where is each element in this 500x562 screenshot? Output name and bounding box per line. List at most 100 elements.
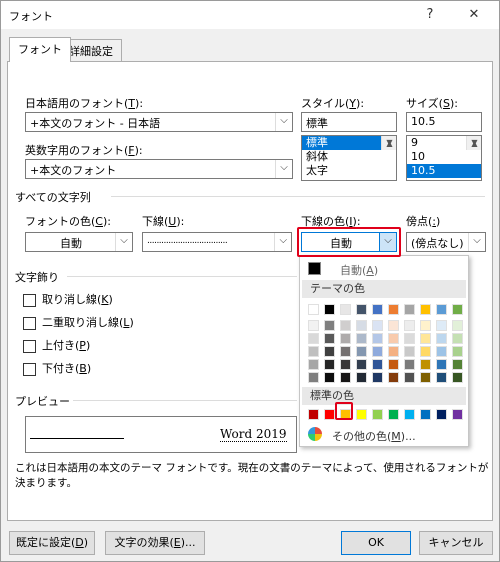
- theme-color-swatch[interactable]: [420, 304, 431, 315]
- en-font-combo[interactable]: +本文のフォント ⌵: [25, 159, 293, 179]
- theme-color-swatch[interactable]: [404, 333, 415, 344]
- theme-color-swatch[interactable]: [324, 333, 335, 344]
- theme-color-swatch[interactable]: [436, 372, 447, 383]
- theme-color-swatch[interactable]: [340, 372, 351, 383]
- theme-color-swatch[interactable]: [308, 372, 319, 383]
- theme-color-swatch[interactable]: [452, 320, 463, 331]
- theme-color-swatch[interactable]: [420, 320, 431, 331]
- underline-combo[interactable]: .................................. ⌵: [142, 232, 292, 252]
- standard-color-swatch[interactable]: [308, 409, 319, 420]
- standard-color-swatch[interactable]: [436, 409, 447, 420]
- theme-color-swatch[interactable]: [388, 359, 399, 370]
- scrollbar[interactable]: ▲ ▼: [381, 136, 396, 150]
- theme-color-swatch[interactable]: [388, 346, 399, 357]
- theme-color-swatch[interactable]: [372, 346, 383, 357]
- theme-color-swatch[interactable]: [420, 359, 431, 370]
- size-listbox[interactable]: 9 10 10.5 ▲ ▼: [406, 135, 482, 181]
- theme-color-swatch[interactable]: [340, 359, 351, 370]
- theme-color-swatch[interactable]: [372, 304, 383, 315]
- theme-color-swatch[interactable]: [404, 372, 415, 383]
- theme-color-swatch[interactable]: [404, 346, 415, 357]
- theme-color-swatch[interactable]: [388, 333, 399, 344]
- theme-color-swatch[interactable]: [388, 320, 399, 331]
- theme-color-swatch[interactable]: [356, 359, 367, 370]
- emphasis-combo[interactable]: (傍点なし) ⌵: [406, 232, 486, 252]
- theme-color-swatch[interactable]: [324, 304, 335, 315]
- theme-color-swatch[interactable]: [372, 333, 383, 344]
- theme-color-swatch[interactable]: [372, 372, 383, 383]
- standard-color-swatch[interactable]: [356, 409, 367, 420]
- theme-color-swatch[interactable]: [436, 304, 447, 315]
- theme-color-swatch[interactable]: [356, 346, 367, 357]
- list-item[interactable]: 10: [407, 150, 481, 164]
- checkbox-icon[interactable]: [23, 316, 36, 330]
- theme-color-swatch[interactable]: [308, 333, 319, 344]
- theme-color-swatch[interactable]: [356, 333, 367, 344]
- theme-color-swatch[interactable]: [452, 359, 463, 370]
- ok-button[interactable]: OK: [341, 531, 411, 555]
- checkbox-icon[interactable]: [23, 339, 36, 353]
- theme-color-swatch[interactable]: [308, 346, 319, 357]
- list-item[interactable]: 10.5: [407, 164, 481, 178]
- theme-color-swatch[interactable]: [372, 320, 383, 331]
- theme-color-swatch[interactable]: [436, 359, 447, 370]
- set-default-button[interactable]: 既定に設定(D): [9, 531, 95, 555]
- chevron-down-icon[interactable]: ⌵: [275, 113, 292, 131]
- theme-color-swatch[interactable]: [324, 372, 335, 383]
- subscript-checkbox[interactable]: 下付き(B): [23, 360, 91, 376]
- theme-color-swatch[interactable]: [420, 372, 431, 383]
- theme-color-swatch[interactable]: [420, 333, 431, 344]
- cancel-button[interactable]: キャンセル: [419, 531, 493, 555]
- theme-color-swatch[interactable]: [340, 320, 351, 331]
- theme-color-swatch[interactable]: [452, 346, 463, 357]
- font-color-combo[interactable]: 自動 ⌵: [25, 232, 133, 252]
- strikethrough-checkbox[interactable]: 取り消し線(K): [23, 291, 113, 307]
- theme-color-swatch[interactable]: [308, 320, 319, 331]
- jp-font-combo[interactable]: +本文のフォント - 日本語 ⌵: [25, 112, 293, 132]
- chevron-down-icon[interactable]: ⌵: [275, 160, 292, 178]
- chevron-down-icon[interactable]: ⌵: [274, 233, 291, 251]
- standard-color-swatch[interactable]: [404, 409, 415, 420]
- chevron-down-icon[interactable]: ⌵: [115, 233, 132, 251]
- theme-color-swatch[interactable]: [324, 346, 335, 357]
- theme-color-swatch[interactable]: [324, 359, 335, 370]
- theme-color-swatch[interactable]: [340, 304, 351, 315]
- text-effects-button[interactable]: 文字の効果(E)...: [105, 531, 205, 555]
- theme-color-swatch[interactable]: [356, 320, 367, 331]
- theme-color-swatch[interactable]: [324, 320, 335, 331]
- standard-color-swatch[interactable]: [420, 409, 431, 420]
- theme-color-swatch[interactable]: [452, 333, 463, 344]
- theme-color-swatch[interactable]: [356, 304, 367, 315]
- theme-color-swatch[interactable]: [308, 304, 319, 315]
- theme-color-swatch[interactable]: [388, 372, 399, 383]
- style-listbox[interactable]: 標準 斜体 太字 ▲ ▼: [301, 135, 397, 181]
- theme-color-swatch[interactable]: [340, 333, 351, 344]
- theme-color-swatch[interactable]: [308, 359, 319, 370]
- list-item[interactable]: 斜体: [302, 150, 396, 164]
- more-colors-option[interactable]: その他の色(M)...: [306, 426, 466, 444]
- style-input[interactable]: 標準: [301, 112, 397, 132]
- theme-color-swatch[interactable]: [404, 304, 415, 315]
- theme-color-swatch[interactable]: [452, 304, 463, 315]
- standard-color-swatch[interactable]: [452, 409, 463, 420]
- theme-color-swatch[interactable]: [452, 372, 463, 383]
- theme-color-swatch[interactable]: [404, 359, 415, 370]
- scrollbar[interactable]: ▲ ▼: [466, 136, 481, 150]
- standard-color-swatch[interactable]: [324, 409, 335, 420]
- theme-color-swatch[interactable]: [404, 320, 415, 331]
- list-item[interactable]: 太字: [302, 164, 396, 178]
- theme-color-swatch[interactable]: [356, 372, 367, 383]
- help-button[interactable]: ?: [415, 3, 445, 27]
- theme-color-swatch[interactable]: [420, 346, 431, 357]
- standard-color-swatch[interactable]: [388, 409, 399, 420]
- theme-color-swatch[interactable]: [340, 346, 351, 357]
- theme-color-swatch[interactable]: [372, 359, 383, 370]
- chevron-down-icon[interactable]: ▼: [382, 136, 396, 150]
- automatic-color-option[interactable]: 自動(A): [306, 260, 466, 278]
- double-strikethrough-checkbox[interactable]: 二重取り消し線(L): [23, 314, 134, 330]
- theme-color-swatch[interactable]: [436, 333, 447, 344]
- size-input[interactable]: 10.5: [406, 112, 482, 132]
- standard-color-swatch[interactable]: [372, 409, 383, 420]
- chevron-down-icon[interactable]: ⌵: [468, 233, 485, 251]
- theme-color-swatch[interactable]: [388, 304, 399, 315]
